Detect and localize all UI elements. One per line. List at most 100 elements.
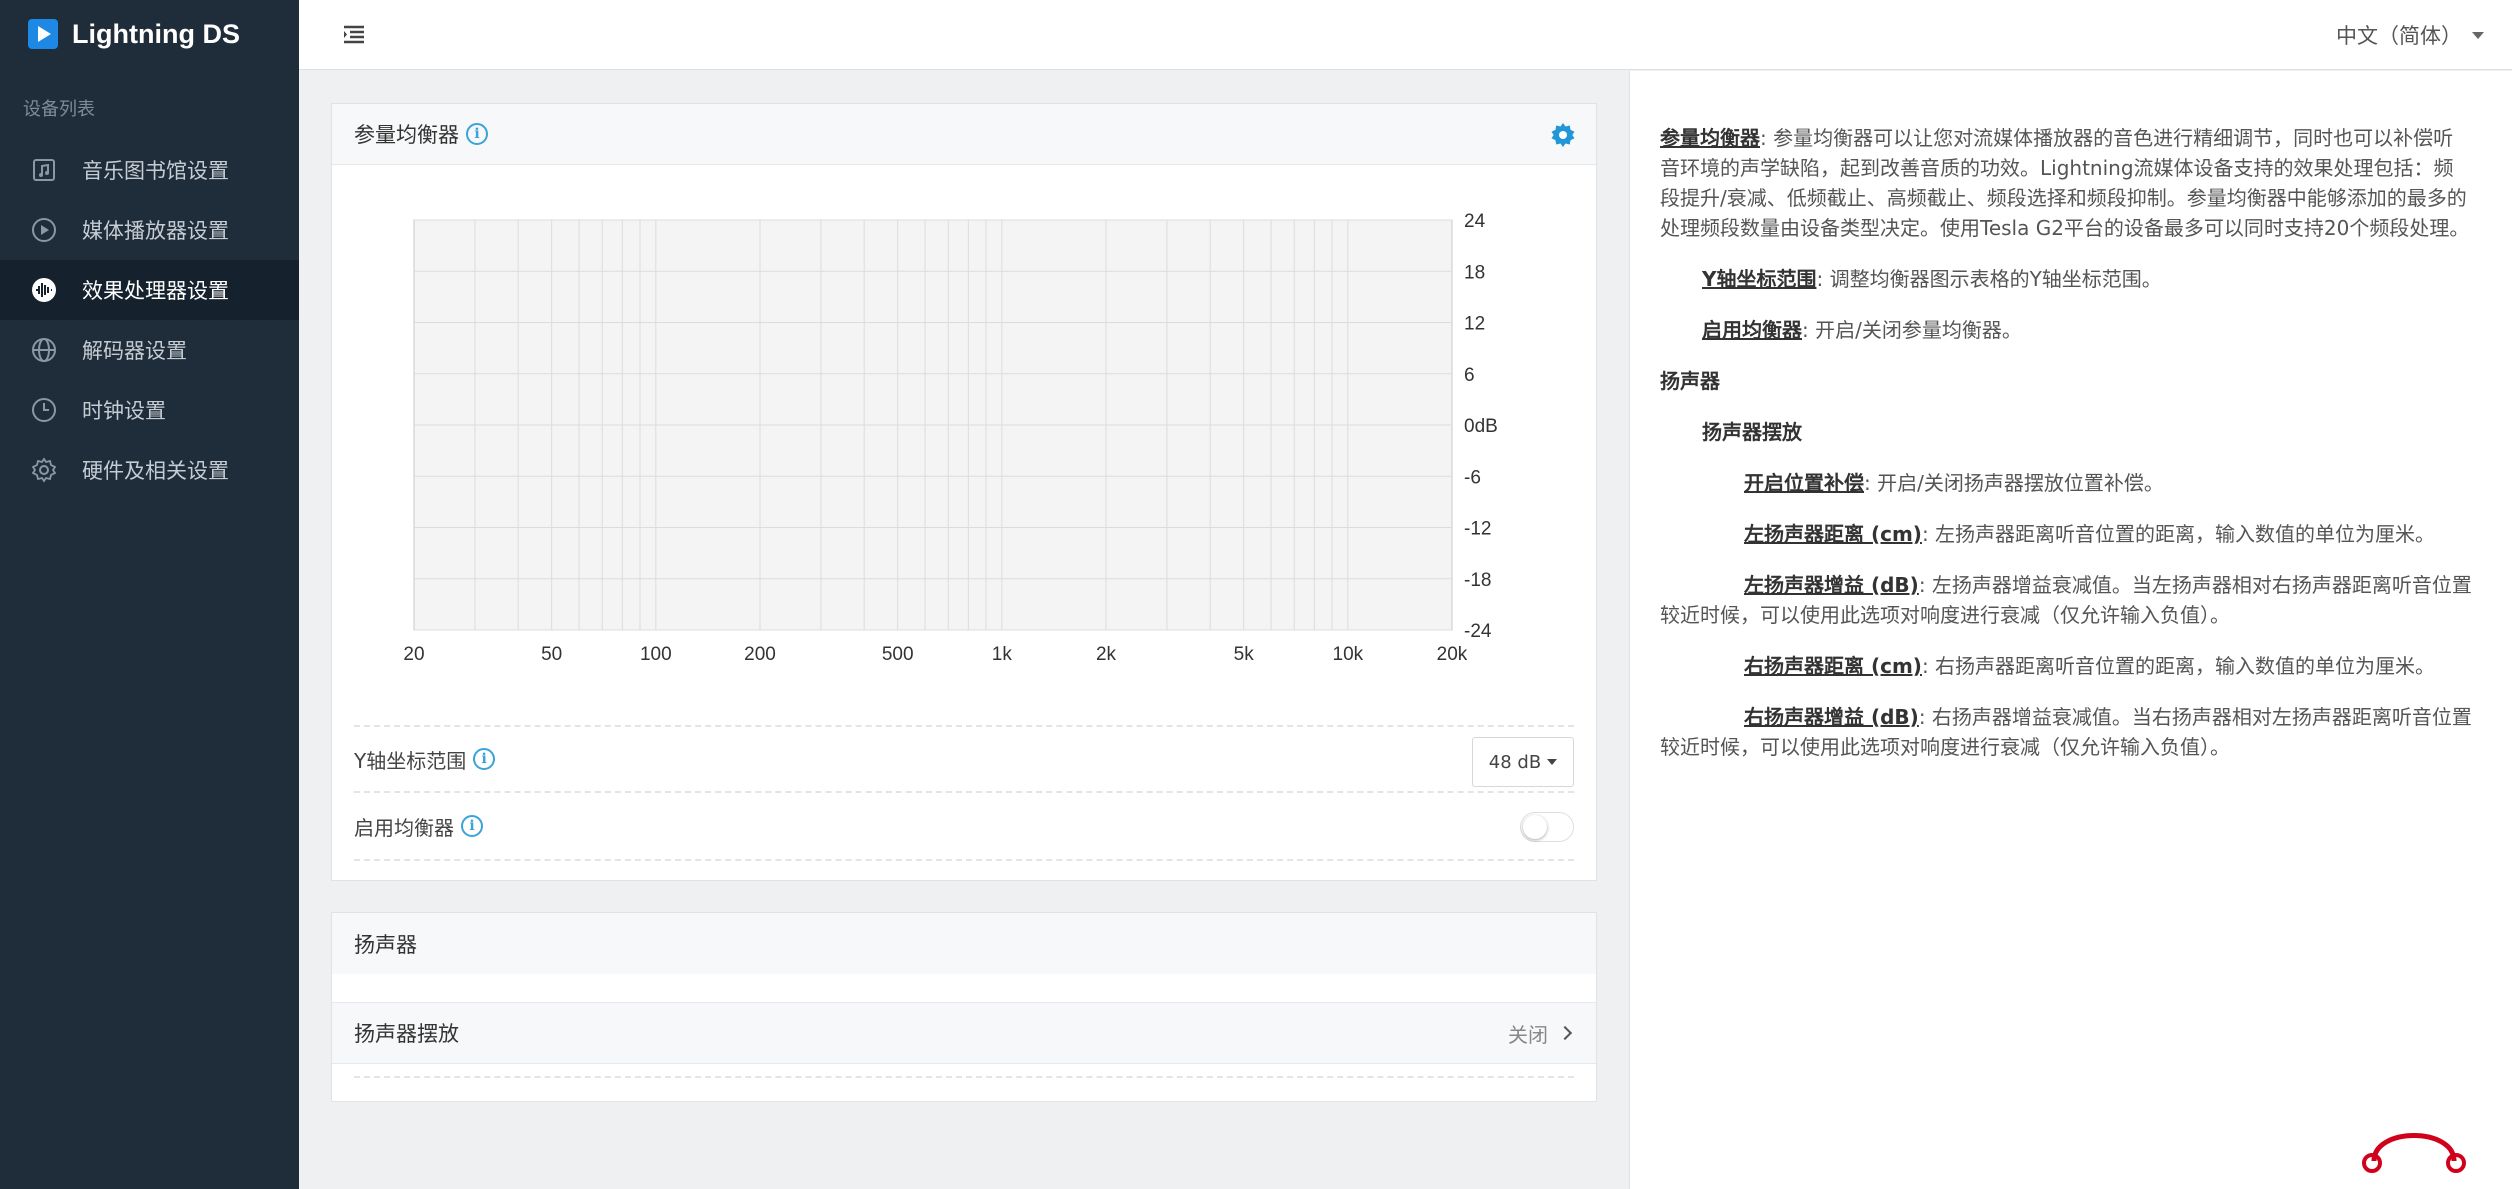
chevron-right-icon <box>1557 1025 1573 1041</box>
info-icon[interactable]: i <box>473 748 496 770</box>
x-tick-label: 20 <box>403 644 424 665</box>
sidebar-item-label: 效果处理器设置 <box>82 279 229 303</box>
y-tick-label: -18 <box>1464 570 1491 591</box>
enable-eq-row: 启用均衡器 i <box>354 793 1574 861</box>
equalizer-header: 参量均衡器 i <box>332 104 1596 165</box>
music-library-icon <box>30 156 58 184</box>
help-term: 左扬声器距离 (cm) <box>1744 522 1922 546</box>
play-circle-icon <box>30 216 58 244</box>
help-term: Y轴坐标范围 <box>1702 267 1817 291</box>
speaker-title: 扬声器 <box>354 932 417 957</box>
x-tick-label: 2k <box>1096 644 1117 665</box>
help-left-gain: 左扬声器增益 (dB): 左扬声器增益衰减值。当左扬声器相对右扬声器距离听音位置… <box>1660 570 2472 630</box>
speaker-header: 扬声器 <box>332 913 1596 974</box>
gear-icon <box>30 456 58 484</box>
help-term: 开启位置补偿 <box>1744 471 1864 495</box>
sidebar: Lightning DS 设备列表 音乐图书馆设置 媒体播放器设置 效果处理器设… <box>0 0 299 1189</box>
help-term: 右扬声器增益 (dB) <box>1744 705 1919 729</box>
x-tick-label: 10k <box>1333 644 1364 665</box>
divider <box>354 1072 1574 1078</box>
caret-down-icon <box>2472 31 2484 39</box>
yaxis-range-label: Y轴坐标范围 <box>354 748 467 773</box>
x-tick-label: 5k <box>1234 644 1255 665</box>
help-text: : 右扬声器距离听音位置的距离，输入数值的单位为厘米。 <box>1921 654 2436 678</box>
yaxis-range-select[interactable]: 48 dB <box>1472 737 1574 787</box>
sidebar-item-hardware[interactable]: 硬件及相关设置 <box>0 440 299 500</box>
y-tick-label: 12 <box>1464 314 1485 335</box>
y-tick-label: 6 <box>1464 365 1475 386</box>
help-right-distance: 右扬声器距离 (cm): 右扬声器距离听音位置的距离，输入数值的单位为厘米。 <box>1660 651 2472 681</box>
play-logo-icon <box>28 19 58 49</box>
y-tick-label: 18 <box>1464 262 1485 283</box>
help-yaxis: Y轴坐标范围: 调整均衡器图示表格的Y轴坐标范围。 <box>1660 264 2472 294</box>
help-text: : 调整均衡器图示表格的Y轴坐标范围。 <box>1816 267 2162 291</box>
help-term: 左扬声器增益 (dB) <box>1744 573 1919 597</box>
brand[interactable]: Lightning DS <box>0 0 299 68</box>
help-right-gain: 右扬声器增益 (dB): 右扬声器增益衰减值。当右扬声器相对左扬声器距离听音位置… <box>1660 702 2472 762</box>
help-term: 参量均衡器 <box>1660 126 1760 150</box>
sidebar-item-label: 硬件及相关设置 <box>82 459 229 483</box>
sidebar-item-effects-processor[interactable]: 效果处理器设置 <box>0 260 299 320</box>
x-tick-label: 200 <box>744 644 776 665</box>
help-text: : 参量均衡器可以让您对流媒体播放器的音色进行精细调节，同时也可以补偿听音环境的… <box>1660 126 2470 240</box>
info-icon[interactable]: i <box>461 815 483 837</box>
headphone-logo-icon <box>2362 1133 2466 1173</box>
topbar: 中文（简体） <box>299 0 2512 70</box>
sidebar-item-clock[interactable]: 时钟设置 <box>0 380 299 440</box>
main-content: 参量均衡器 i 24 18 12 6 0dB -6 -12 -18 -24 20 50 100 200 5… <box>299 71 1629 1189</box>
equalizer-panel: 参量均衡器 i 24 18 12 6 0dB -6 -12 -18 -24 20 50 100 200 5… <box>331 103 1597 881</box>
speaker-placement-state-text: 关闭 <box>1508 1022 1548 1047</box>
x-tick-label: 20k <box>1437 644 1468 665</box>
eq-chart-area: 24 18 12 6 0dB -6 -12 -18 -24 20 50 100 200 500 1k 2k 5k… <box>332 165 1596 725</box>
sidebar-item-media-player[interactable]: 媒体播放器设置 <box>0 200 299 260</box>
sidebar-item-label: 时钟设置 <box>82 399 166 423</box>
sidebar-item-label: 音乐图书馆设置 <box>82 159 229 183</box>
help-text: : 左扬声器距离听音位置的距离，输入数值的单位为厘米。 <box>1921 522 2436 546</box>
help-term: 启用均衡器 <box>1702 318 1802 342</box>
clock-icon <box>30 396 58 424</box>
sidebar-item-music-library[interactable]: 音乐图书馆设置 <box>0 140 299 200</box>
brand-title: Lightning DS <box>72 18 240 49</box>
x-tick-label: 500 <box>882 644 914 665</box>
help-speaker-heading: 扬声器 <box>1660 369 1720 393</box>
globe-icon <box>30 336 58 364</box>
y-tick-label: -12 <box>1464 519 1491 540</box>
y-tick-label: -6 <box>1464 467 1481 488</box>
help-compensation: 开启位置补偿: 开启/关闭扬声器摆放位置补偿。 <box>1660 468 2472 498</box>
help-left-distance: 左扬声器距离 (cm): 左扬声器距离听音位置的距离，输入数值的单位为厘米。 <box>1660 519 2472 549</box>
y-tick-label: 24 <box>1464 211 1486 232</box>
waveform-icon <box>30 276 58 304</box>
enable-eq-label: 启用均衡器 <box>354 815 454 840</box>
settings-gear-icon[interactable] <box>1550 122 1576 148</box>
enable-eq-toggle[interactable] <box>1520 812 1574 842</box>
x-tick-label: 50 <box>541 644 562 665</box>
speaker-placement-label: 扬声器摆放 <box>354 1022 459 1046</box>
help-placement-heading: 扬声器摆放 <box>1702 420 1802 444</box>
caret-down-icon <box>1547 759 1558 765</box>
y-tick-label: 0dB <box>1464 416 1498 437</box>
sidebar-item-label: 媒体播放器设置 <box>82 219 229 243</box>
toggle-knob <box>1523 815 1547 839</box>
speaker-placement-state: 关闭 <box>1508 1019 1573 1048</box>
speaker-placement-row[interactable]: 扬声器摆放 关闭 <box>332 1002 1596 1064</box>
x-tick-label: 100 <box>640 644 672 665</box>
y-tick-label: -24 <box>1464 621 1492 642</box>
yaxis-range-row: Y轴坐标范围 i 48 dB <box>354 725 1574 793</box>
speaker-panel: 扬声器 扬声器摆放 关闭 <box>331 912 1597 1102</box>
menu-toggle-icon[interactable] <box>341 22 367 46</box>
help-term: 右扬声器距离 (cm) <box>1744 654 1922 678</box>
language-selector[interactable]: 中文（简体） <box>2336 20 2484 50</box>
help-text: : 开启/关闭扬声器摆放位置补偿。 <box>1864 471 2164 495</box>
info-icon[interactable]: i <box>466 123 488 145</box>
help-text: : 开启/关闭参量均衡器。 <box>1802 318 2022 342</box>
help-enable: 启用均衡器: 开启/关闭参量均衡器。 <box>1660 315 2472 345</box>
help-pane: 参量均衡器: 参量均衡器可以让您对流媒体播放器的音色进行精细调节，同时也可以补偿… <box>1629 71 2512 1189</box>
yaxis-range-value: 48 dB <box>1488 751 1542 773</box>
sidebar-caption: 设备列表 <box>23 99 95 120</box>
language-label: 中文（简体） <box>2336 24 2462 48</box>
sidebar-item-label: 解码器设置 <box>82 339 187 363</box>
help-eq: 参量均衡器: 参量均衡器可以让您对流媒体播放器的音色进行精细调节，同时也可以补偿… <box>1660 123 2472 243</box>
x-tick-label: 1k <box>992 644 1013 665</box>
eq-chart[interactable]: 24 18 12 6 0dB -6 -12 -18 -24 20 50 100 200 500 1k 2k 5k… <box>332 165 1596 725</box>
sidebar-item-decoder[interactable]: 解码器设置 <box>0 320 299 380</box>
